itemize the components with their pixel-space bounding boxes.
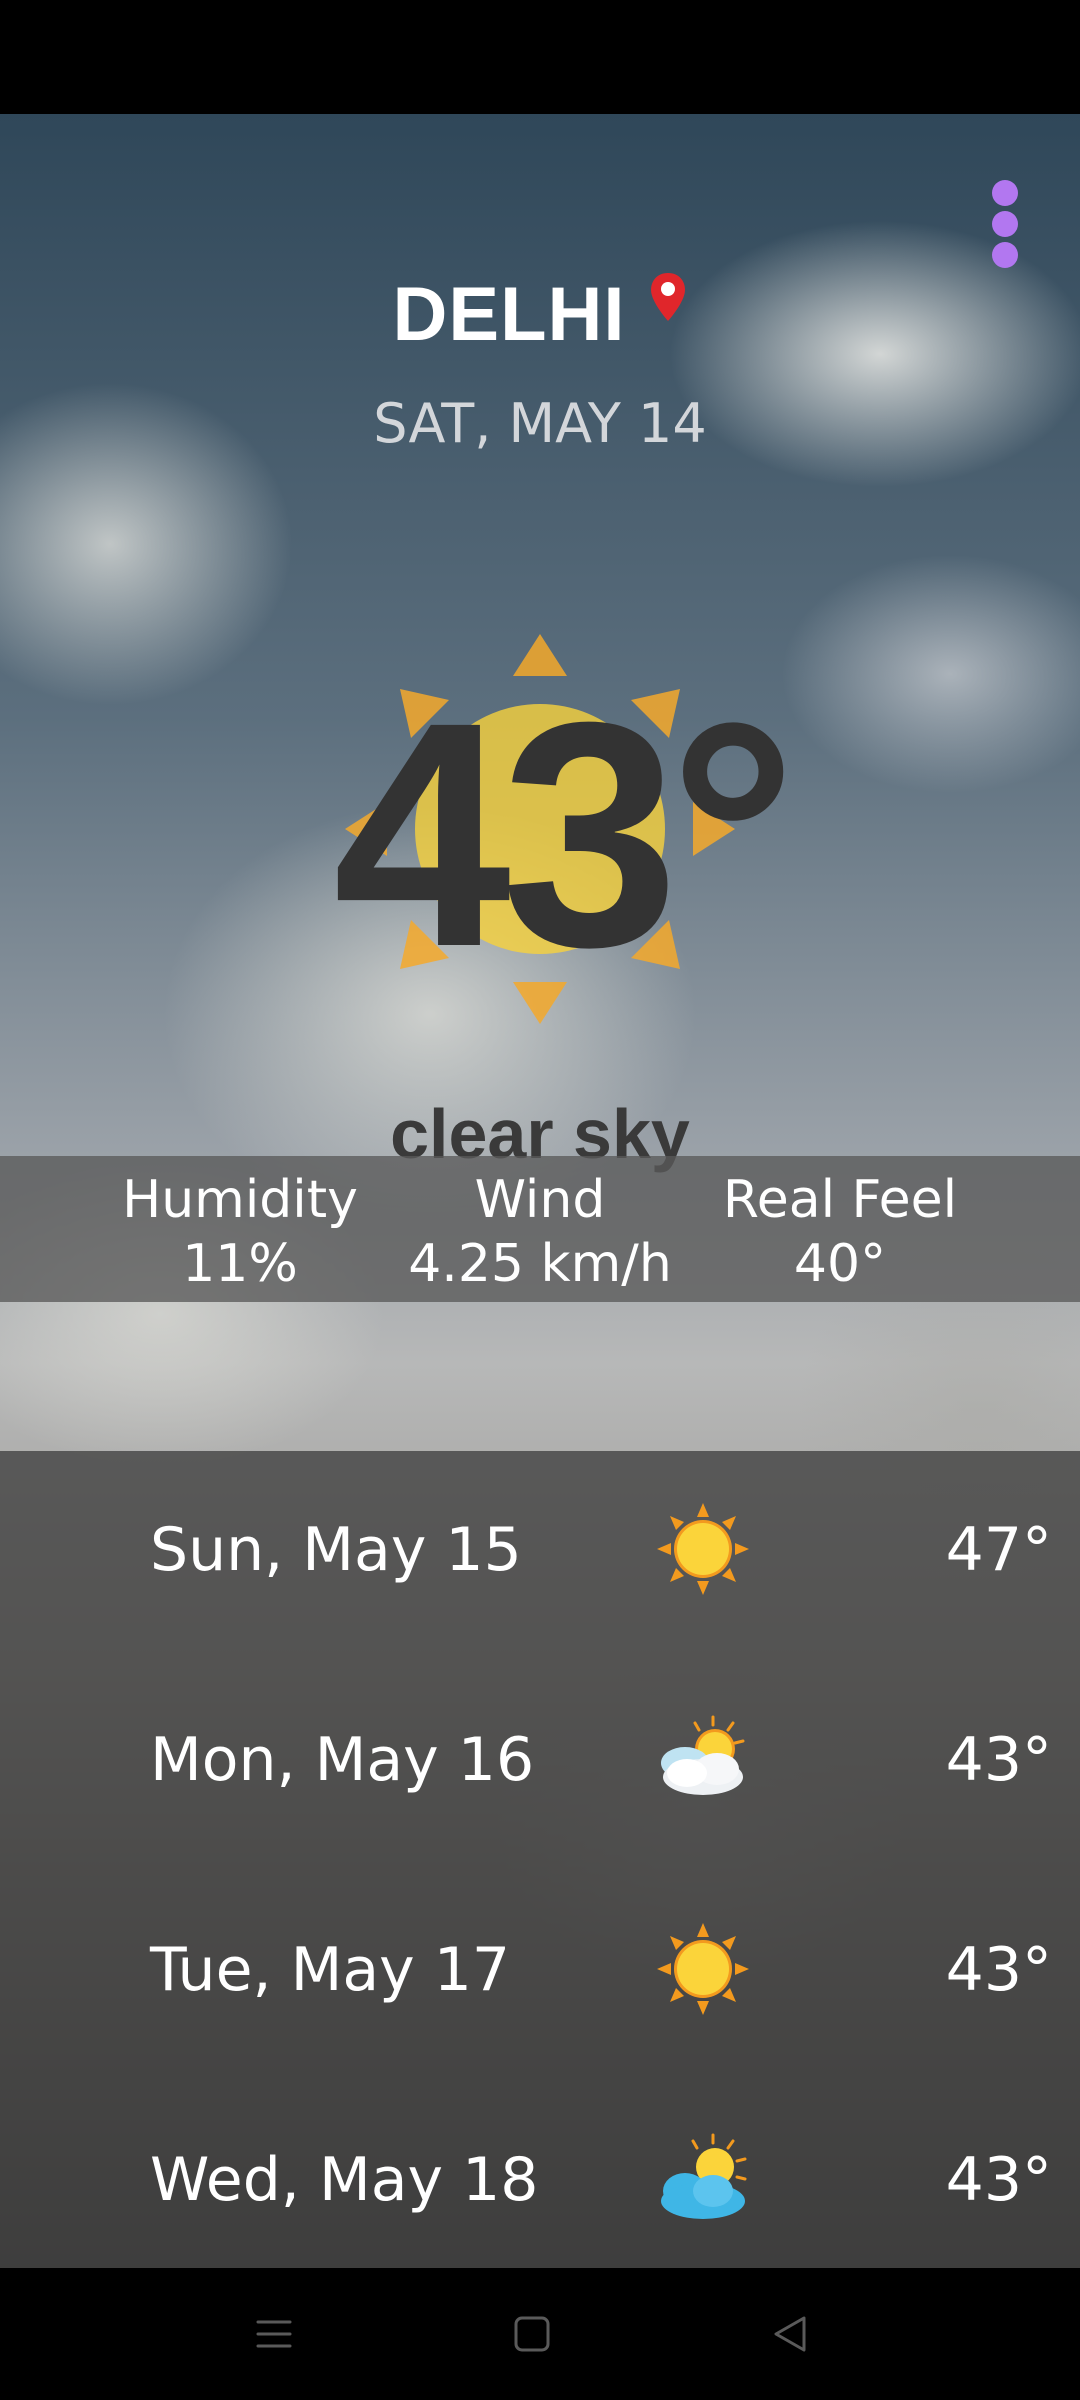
city-name: DELHI — [392, 271, 626, 357]
forecast-row[interactable]: Mon, May 16 43° — [0, 1697, 1080, 1817]
forecast-day: Wed, May 18 — [150, 2145, 539, 2215]
humidity-stat: Humidity 11% — [100, 1156, 380, 1302]
partly-cloudy-icon — [661, 1715, 745, 1795]
overflow-menu-button[interactable] — [985, 174, 1025, 274]
system-navigation-bar — [0, 2268, 1080, 2400]
forecast-temp: 43° — [945, 1935, 1052, 2005]
forecast-day: Tue, May 17 — [150, 1935, 511, 2005]
wind-value: 4.25 km/h — [408, 1234, 672, 1294]
wind-label: Wind — [474, 1170, 606, 1230]
forecast-day: Mon, May 16 — [150, 1725, 535, 1795]
wind-stat: Wind 4.25 km/h — [390, 1156, 690, 1302]
humidity-label: Humidity — [122, 1170, 358, 1230]
sunny-icon — [657, 1503, 749, 1595]
status-bar — [0, 0, 1080, 114]
current-date: SAT, MAY 14 — [373, 392, 707, 455]
location-header: DELHI — [0, 264, 1080, 364]
weather-screen: DELHI SAT, MAY 14 43° clear sky Humidity… — [0, 114, 1080, 2268]
real-feel-label: Real Feel — [722, 1170, 958, 1230]
forecast-temp: 43° — [945, 2145, 1052, 2215]
sun-behind-cloud-icon — [661, 2133, 747, 2219]
menu-dot — [992, 211, 1018, 237]
sunny-icon — [657, 1923, 749, 2015]
real-feel-value: 40° — [793, 1234, 887, 1294]
back-icon[interactable] — [760, 2304, 820, 2364]
home-icon[interactable] — [502, 2304, 562, 2364]
menu-dot — [992, 180, 1018, 206]
location-pin-icon — [650, 273, 685, 321]
forecast-row[interactable]: Wed, May 18 43° — [0, 2117, 1080, 2237]
menu-icon[interactable] — [244, 2304, 304, 2364]
forecast-temp: 43° — [945, 1725, 1052, 1795]
real-feel-stat: Real Feel 40° — [700, 1156, 980, 1302]
forecast-row[interactable]: Tue, May 17 43° — [0, 1907, 1080, 2027]
forecast-list: Sun, May 15 47° Mon, May 16 43° Tue, May… — [0, 1451, 1080, 2268]
forecast-day: Sun, May 15 — [150, 1515, 522, 1585]
current-temperature: 43° — [333, 655, 797, 1013]
humidity-value: 11% — [182, 1234, 298, 1294]
forecast-row[interactable]: Sun, May 15 47° — [0, 1487, 1080, 1607]
forecast-temp: 47° — [945, 1515, 1052, 1585]
stats-panel: Humidity 11% Wind 4.25 km/h Real Feel 40… — [0, 1156, 1080, 1302]
